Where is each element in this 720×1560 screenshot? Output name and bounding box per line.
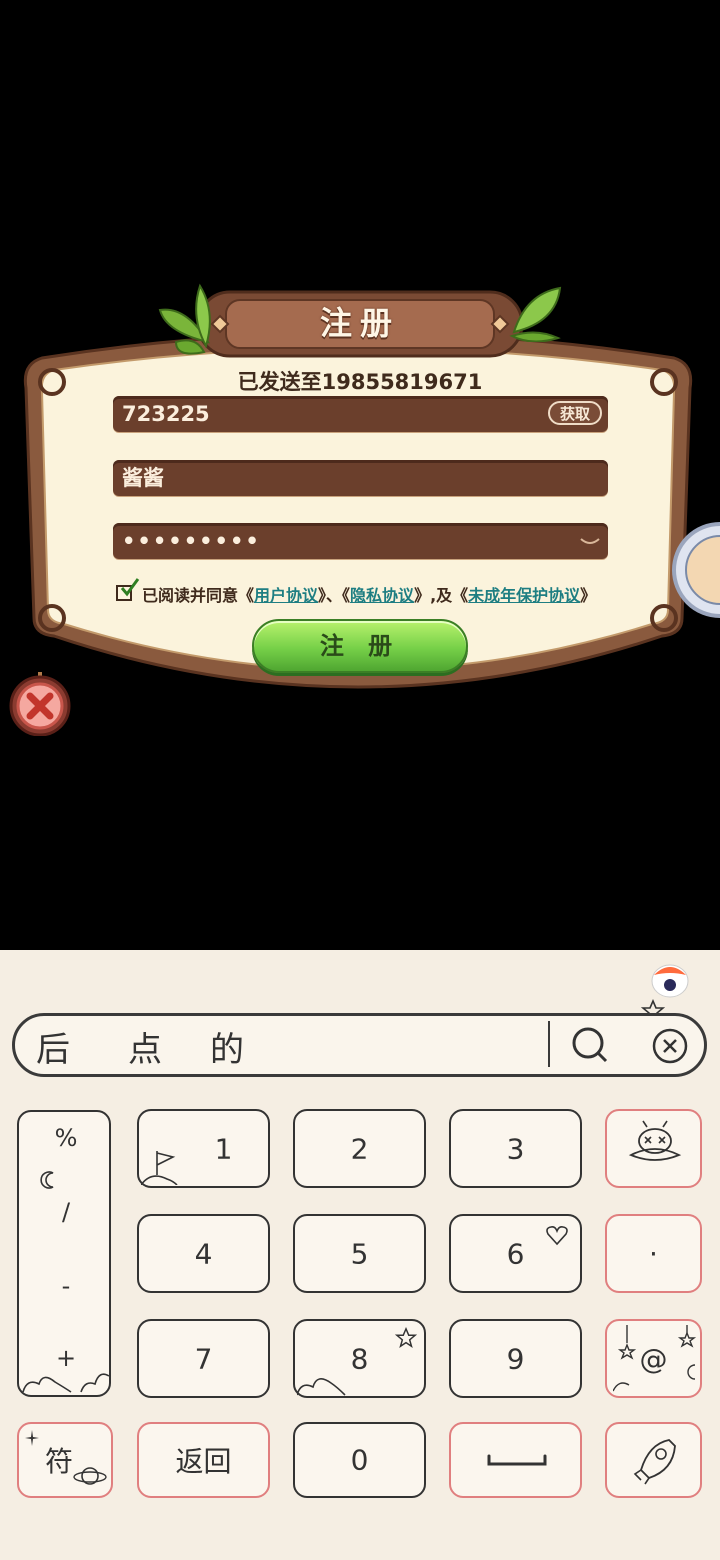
key-2[interactable]: 2 xyxy=(293,1109,426,1188)
stars-moon-icon xyxy=(613,1325,697,1392)
symbol-column[interactable]: % / - + xyxy=(17,1110,111,1397)
at-key[interactable]: @ xyxy=(605,1319,702,1398)
key-8[interactable]: 8 xyxy=(293,1319,426,1398)
symbols-key[interactable]: 符 xyxy=(17,1422,113,1498)
star-icon xyxy=(395,1327,417,1348)
search-icon[interactable] xyxy=(570,1025,610,1065)
key-9[interactable]: 9 xyxy=(449,1319,582,1398)
agreement-text: 已阅读并同意《用户协议》、《隐私协议》,及《未成年保护协议》 xyxy=(142,586,597,605)
cloud-icon xyxy=(297,1378,346,1396)
heart-icon xyxy=(546,1226,568,1246)
verification-code-value: 723225 xyxy=(122,402,210,426)
space-key[interactable] xyxy=(449,1422,582,1498)
return-key[interactable]: 返回 xyxy=(137,1422,270,1498)
register-button-label: 注 册 xyxy=(319,632,401,660)
key-1[interactable]: 1 xyxy=(137,1109,270,1188)
symbol-key[interactable]: - xyxy=(19,1272,113,1300)
password-value: ••••••••• xyxy=(122,529,261,553)
space-bar-icon xyxy=(487,1454,547,1466)
nickname-value: 酱酱 xyxy=(122,466,164,490)
get-code-button[interactable]: 获取 xyxy=(548,401,602,425)
candidate-word[interactable]: 点 xyxy=(128,1022,162,1071)
cloud-icon xyxy=(22,1373,110,1393)
privacy-agreement-link[interactable]: 隐私协议 xyxy=(350,586,414,605)
planet-icon xyxy=(73,1467,107,1485)
register-button[interactable]: 注 册 xyxy=(252,619,468,673)
key-7[interactable]: 7 xyxy=(137,1319,270,1398)
key-6[interactable]: 6 xyxy=(449,1214,582,1293)
leaf-decoration-left xyxy=(158,283,211,355)
rocket-icon xyxy=(633,1439,676,1485)
candidate-divider xyxy=(548,1021,550,1067)
symbol-key[interactable]: % xyxy=(19,1124,113,1152)
eye-closed-icon[interactable] xyxy=(580,533,600,547)
candidate-word[interactable]: 的 xyxy=(210,1022,244,1071)
moon-icon xyxy=(40,1171,54,1189)
clear-icon[interactable] xyxy=(651,1027,689,1065)
keyboard-mascot-icon[interactable] xyxy=(648,957,692,1001)
candidate-word[interactable]: 后 xyxy=(36,1022,70,1071)
nickname-field[interactable]: 酱酱 xyxy=(113,460,608,496)
key-0[interactable]: 0 xyxy=(293,1422,426,1498)
leaf-decoration-right xyxy=(509,286,562,342)
delete-key[interactable] xyxy=(605,1109,702,1188)
agreement-row: 已阅读并同意《用户协议》、《隐私协议》,及《未成年保护协议》 xyxy=(116,578,676,607)
check-icon xyxy=(120,578,140,597)
key-4[interactable]: 4 xyxy=(137,1214,270,1293)
dialog-title: 注册 xyxy=(319,304,400,342)
sent-to-text: 已发送至19855819671 xyxy=(237,370,483,394)
key-5[interactable]: 5 xyxy=(293,1214,426,1293)
symbol-key[interactable]: / xyxy=(19,1198,113,1226)
key-3[interactable]: 3 xyxy=(449,1109,582,1188)
alien-ufo-icon xyxy=(628,1120,682,1161)
flag-icon xyxy=(141,1151,178,1185)
dot-key[interactable]: · xyxy=(605,1214,702,1293)
enter-key[interactable] xyxy=(605,1422,702,1498)
sparkle-icon xyxy=(25,1430,39,1446)
minor-protection-link[interactable]: 未成年保护协议 xyxy=(468,586,580,605)
user-agreement-link[interactable]: 用户协议 xyxy=(254,586,318,605)
password-field[interactable]: ••••••••• xyxy=(113,523,608,559)
floating-avatar[interactable] xyxy=(668,520,720,620)
verification-code-field[interactable]: 723225 获取 xyxy=(113,396,608,432)
close-icon[interactable] xyxy=(8,672,72,736)
